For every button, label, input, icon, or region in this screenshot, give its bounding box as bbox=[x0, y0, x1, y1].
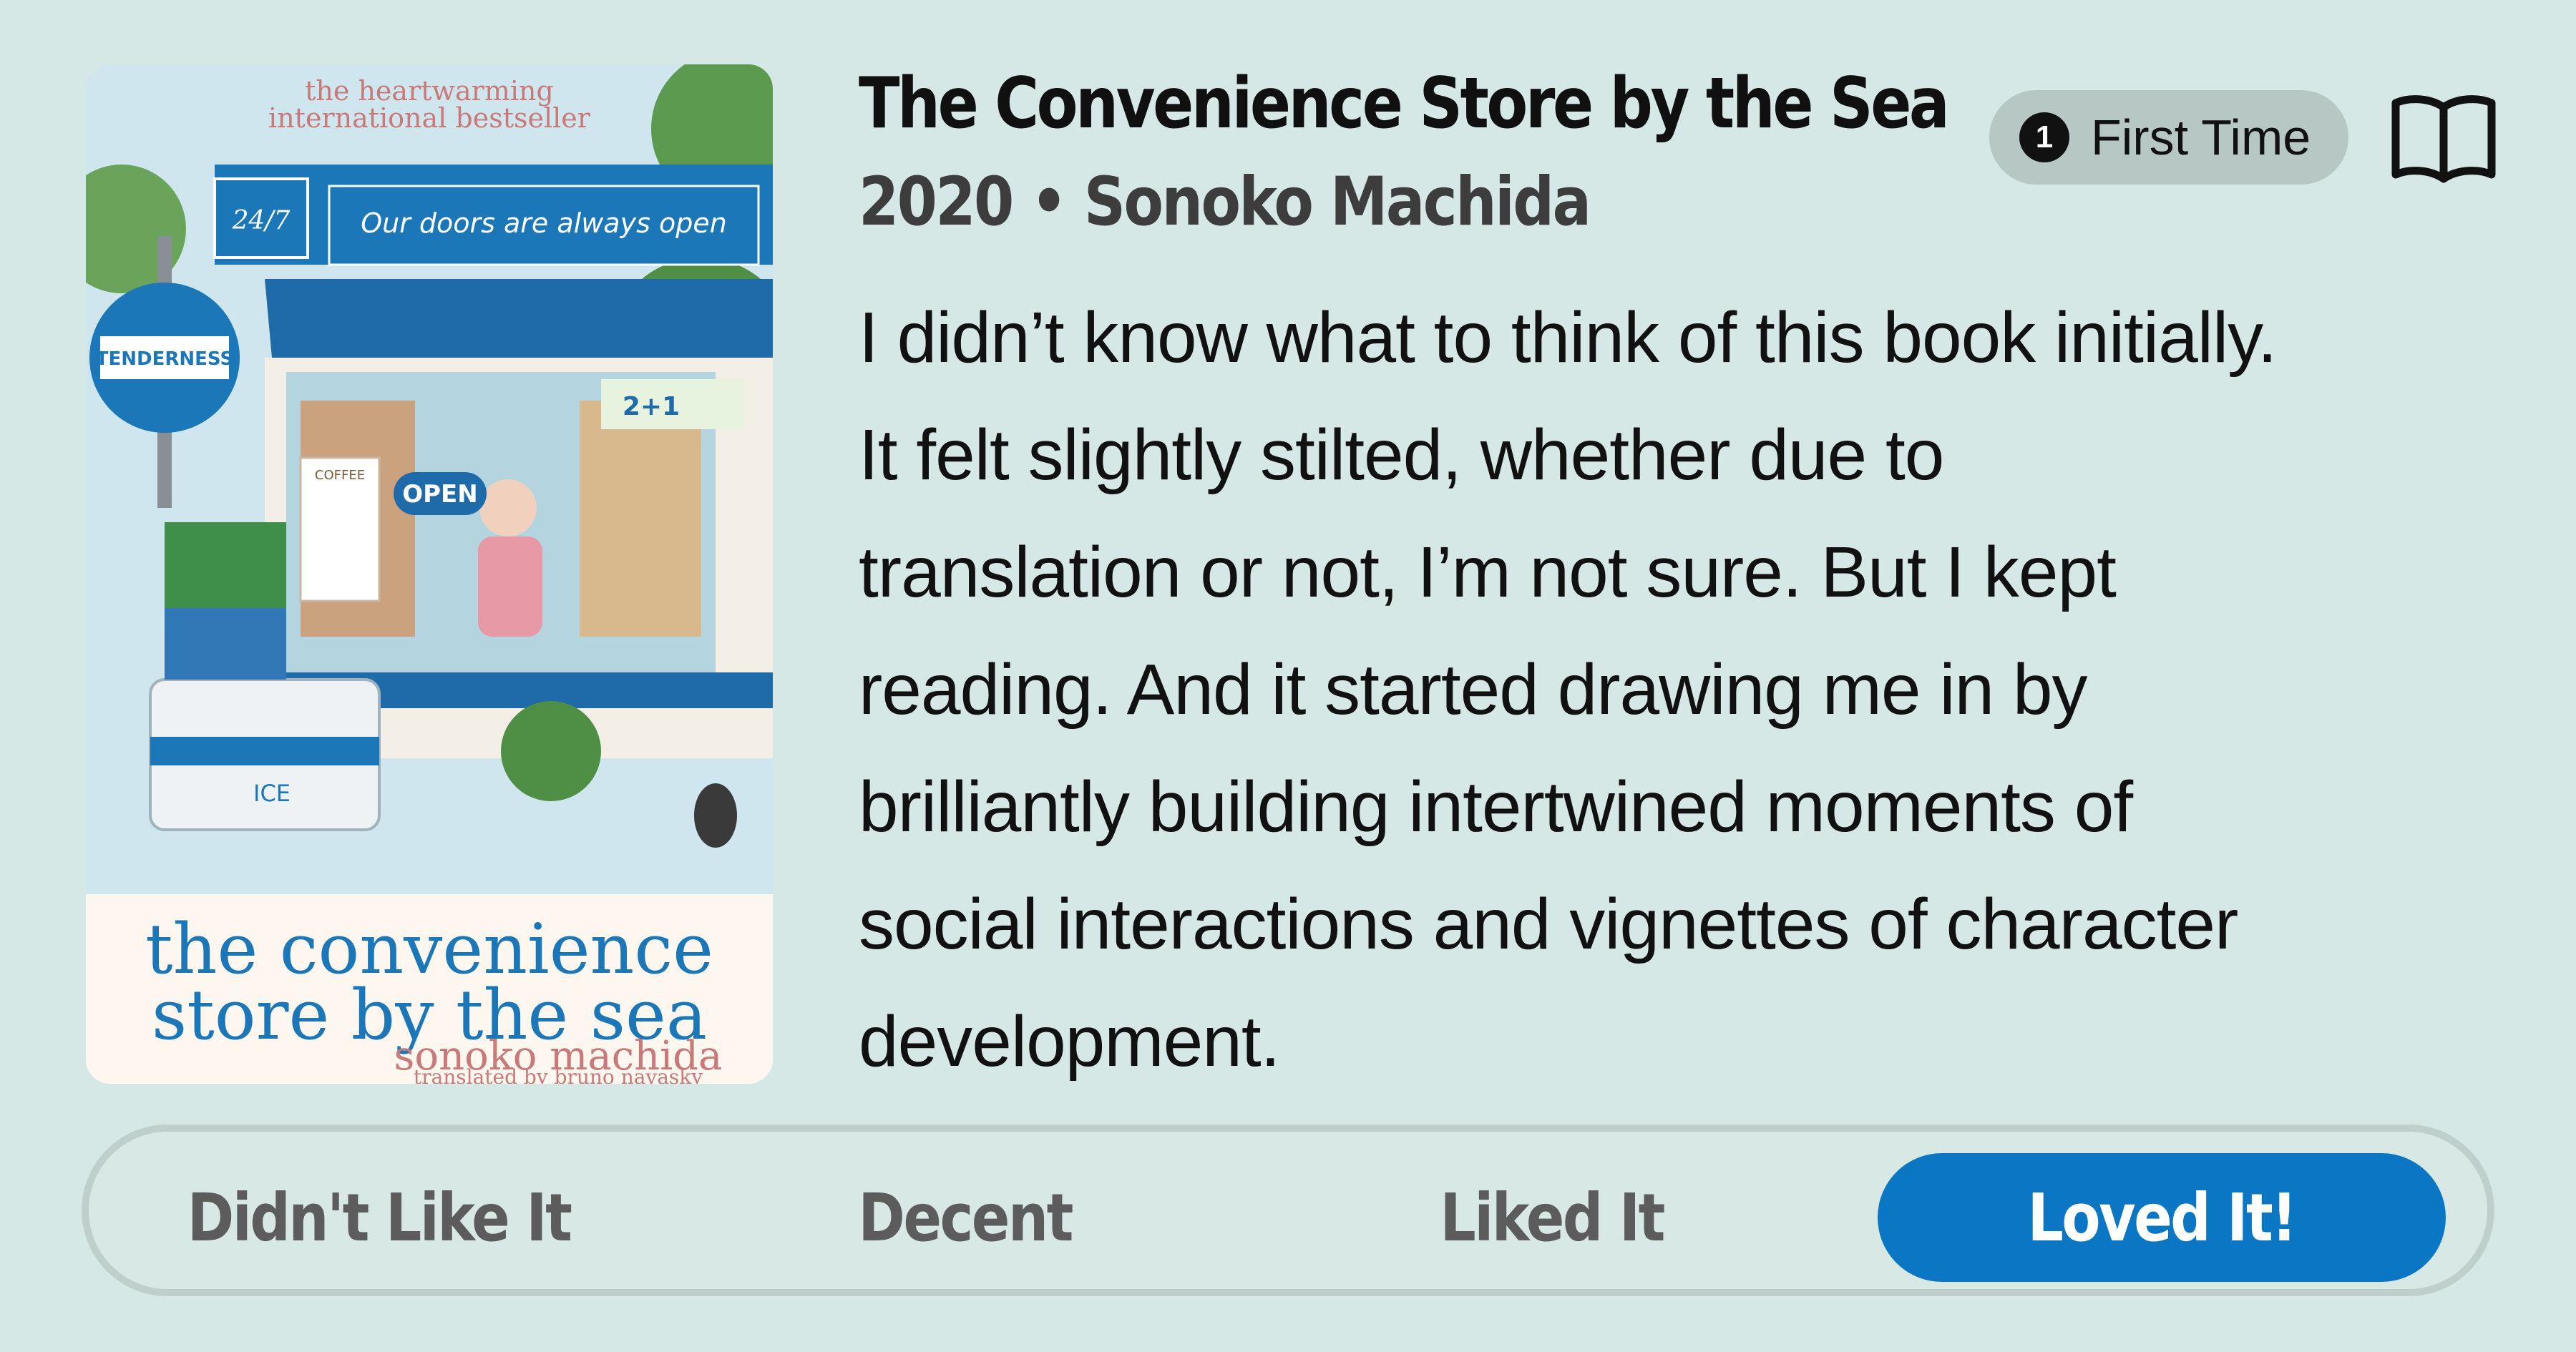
review-text: I didn’t know what to think of this book… bbox=[859, 279, 2519, 1100]
review-line: I didn’t know what to think of this book… bbox=[859, 298, 2278, 378]
cover-tagline-2: international bestseller bbox=[268, 102, 591, 134]
rating-option-loved-it[interactable]: Loved It! bbox=[1878, 1153, 2446, 1282]
rating-selector: Didn't Like It Decent Liked It Loved It! bbox=[82, 1125, 2494, 1296]
rating-option-label: Loved It! bbox=[2027, 1179, 2298, 1256]
book-cover: the heartwarming international bestselle… bbox=[86, 64, 773, 1084]
cover-sign-ice: ICE bbox=[253, 780, 291, 807]
read-count-number: 1 bbox=[2019, 112, 2069, 162]
review-line: reading. And it started drawing me in by bbox=[859, 650, 2088, 730]
rating-option-label: Liked It bbox=[1440, 1179, 1666, 1256]
cover-sign-doors: Our doors are always open bbox=[361, 207, 727, 239]
review-line: translation or not, I’m not sure. But I … bbox=[859, 532, 2117, 612]
cover-sign-round: TENDERNESS bbox=[96, 348, 233, 370]
rating-option-label: Didn't Like It bbox=[187, 1179, 572, 1256]
rating-option-decent[interactable]: Decent bbox=[704, 1153, 1226, 1282]
cover-sign-event: 2+1 bbox=[623, 392, 680, 421]
cover-sign-coffee: COFFEE bbox=[315, 468, 365, 483]
book-title: The Convenience Store by the Sea bbox=[859, 63, 1950, 144]
cover-sign-24-7: 24/7 bbox=[232, 206, 291, 235]
review-line: development. bbox=[859, 1001, 1280, 1082]
book-open-icon[interactable] bbox=[2390, 92, 2497, 183]
read-count-badge[interactable]: 1 First Time bbox=[1989, 90, 2348, 185]
cover-translator: translated by bruno navasky bbox=[414, 1065, 703, 1084]
rating-option-didnt-like-it[interactable]: Didn't Like It bbox=[117, 1153, 640, 1282]
book-meta: 2020 • Sonoko Machida bbox=[859, 163, 1591, 241]
review-line: brilliantly building intertwined moments… bbox=[859, 767, 2133, 847]
cover-sign-open: OPEN bbox=[402, 480, 478, 509]
rating-option-liked-it[interactable]: Liked It bbox=[1291, 1153, 1813, 1282]
review-line: social interactions and vignettes of cha… bbox=[859, 884, 2238, 964]
rating-option-label: Decent bbox=[858, 1179, 1074, 1256]
review-line: It felt slightly stilted, whether due to bbox=[859, 415, 1944, 495]
read-count-label: First Time bbox=[2091, 109, 2311, 165]
